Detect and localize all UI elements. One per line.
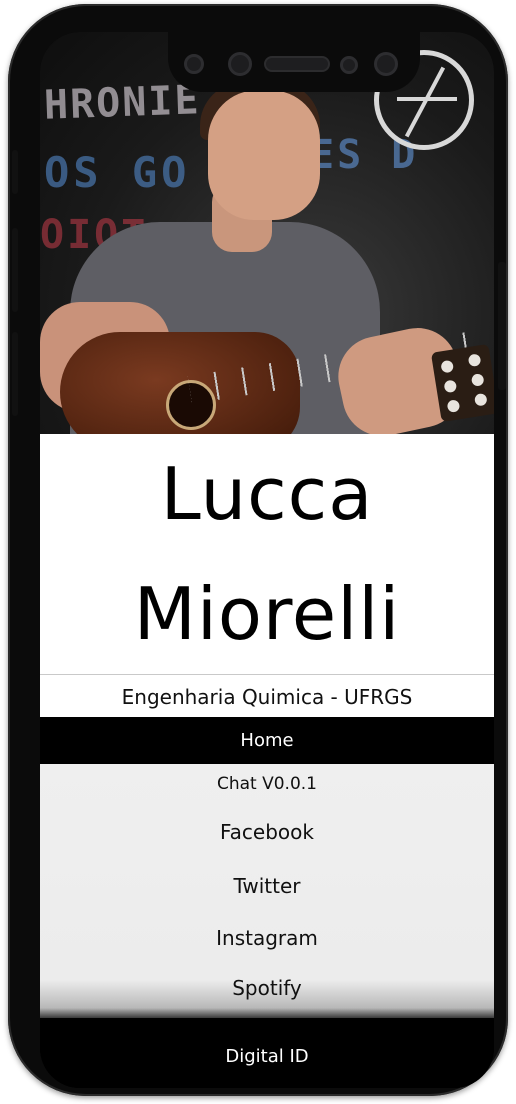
link-menu: Chat V0.0.1 Facebook Twitter Instagram S… bbox=[40, 764, 494, 1018]
menu-item-instagram[interactable]: Instagram bbox=[40, 926, 494, 950]
guitar-headstock bbox=[430, 343, 494, 423]
mute-switch bbox=[12, 150, 18, 194]
home-button[interactable]: Home bbox=[40, 717, 494, 764]
tuning-peg-icon bbox=[440, 359, 455, 374]
person-head bbox=[208, 90, 320, 220]
speaker-grille bbox=[264, 56, 330, 72]
chalkboard-text: HRONIE bbox=[43, 77, 202, 129]
tuning-peg-icon bbox=[470, 373, 485, 387]
first-name: Lucca bbox=[160, 452, 374, 536]
tuning-peg-icon bbox=[443, 379, 458, 394]
sensor-icon bbox=[340, 56, 358, 74]
tuning-peg-icon bbox=[473, 392, 488, 407]
chalkboard-text: OS GO bbox=[44, 148, 191, 197]
profile-subtitle: Engenharia Quimica - UFRGS bbox=[40, 675, 494, 717]
menu-item-twitter[interactable]: Twitter bbox=[40, 874, 494, 898]
tuning-peg-icon bbox=[467, 353, 482, 368]
camera-icon bbox=[228, 52, 252, 76]
last-name: Miorelli bbox=[133, 572, 401, 656]
tuning-peg-icon bbox=[446, 399, 461, 413]
menu-item-chat[interactable]: Chat V0.0.1 bbox=[40, 774, 494, 794]
menu-item-facebook[interactable]: Facebook bbox=[40, 820, 494, 844]
front-camera-icon bbox=[374, 52, 398, 76]
phone-notch bbox=[168, 32, 420, 92]
screen: HRONIE OS GO ES D OIOT Lucca Miorelli En… bbox=[40, 32, 494, 1088]
digital-id-button[interactable]: Digital ID bbox=[40, 1018, 494, 1088]
phone-frame: HRONIE OS GO ES D OIOT Lucca Miorelli En… bbox=[8, 4, 508, 1096]
volume-up-button bbox=[12, 228, 18, 312]
menu-item-spotify[interactable]: Spotify bbox=[40, 976, 494, 1000]
profile-photo: HRONIE OS GO ES D OIOT bbox=[40, 32, 494, 434]
power-button bbox=[498, 262, 506, 390]
profile-name: Lucca Miorelli bbox=[40, 434, 494, 674]
volume-down-button bbox=[12, 332, 18, 416]
sensor-icon bbox=[184, 54, 204, 74]
